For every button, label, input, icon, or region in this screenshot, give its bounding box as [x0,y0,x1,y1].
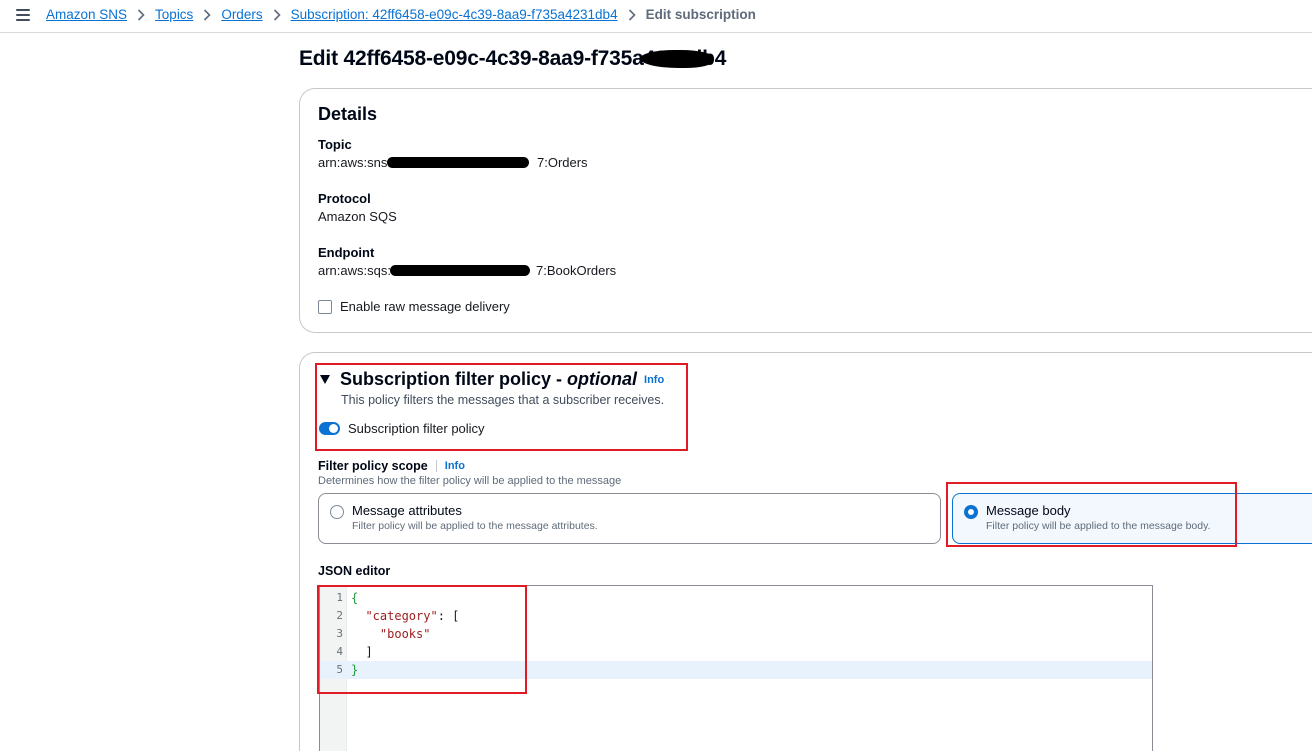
raw-delivery-label: Enable raw message delivery [340,299,510,314]
scope-option-message-attributes[interactable]: Message attributes Filter policy will be… [318,493,941,544]
topic-arn-prefix: arn:aws:sns: [318,155,391,170]
json-editor-label: JSON editor [318,564,391,578]
highlight-box-filter-policy [315,363,688,451]
details-container: Details Topic arn:aws:sns: 7:Orders Proto… [299,88,1312,333]
endpoint-arn-suffix: 7:BookOrders [535,263,617,278]
breadcrumb-orders[interactable]: Orders [221,7,262,22]
filter-scope-label-text: Filter policy scope [318,459,428,473]
breadcrumb: Amazon SNS Topics Orders Subscription: 4… [46,7,756,22]
breadcrumb-subscription[interactable]: Subscription: 42ff6458-e09c-4c39-8aa9-f7… [291,7,618,22]
chevron-right-icon [263,8,291,21]
option-title: Message attributes [352,503,462,518]
chevron-right-icon [618,8,646,21]
breadcrumb-bar: Amazon SNS Topics Orders Subscription: 4… [0,0,1312,33]
topic-label: Topic [318,137,352,152]
filter-scope-label: Filter policy scope Info [318,459,465,473]
divider [435,460,437,472]
chevron-right-icon [127,8,155,21]
hamburger-menu-icon[interactable] [16,9,30,21]
radio-message-attributes[interactable] [330,505,344,519]
option-subtitle: Filter policy will be applied to the mes… [352,520,598,532]
raw-delivery-checkbox[interactable] [318,299,332,314]
breadcrumb-current: Edit subscription [645,7,756,22]
highlight-box-json [317,585,527,694]
topic-arn-suffix: 7:Orders [536,155,588,170]
redaction-mark [640,50,713,68]
protocol-value: Amazon SQS [318,209,397,224]
filter-scope-info-link[interactable]: Info [445,460,465,472]
breadcrumb-amazon-sns[interactable]: Amazon SNS [46,7,127,22]
raw-delivery-checkbox-row[interactable]: Enable raw message delivery [318,299,510,314]
endpoint-arn-prefix: arn:aws:sqs: [318,263,391,278]
breadcrumb-topics[interactable]: Topics [155,7,193,22]
redaction-mark [390,265,530,276]
details-heading: Details [318,104,378,124]
chevron-right-icon [193,8,221,21]
endpoint-label: Endpoint [318,245,375,260]
redaction-mark [387,157,529,168]
highlight-box-message-body [946,482,1237,547]
filter-scope-description: Determines how the filter policy will be… [318,475,622,487]
protocol-label: Protocol [318,191,371,206]
